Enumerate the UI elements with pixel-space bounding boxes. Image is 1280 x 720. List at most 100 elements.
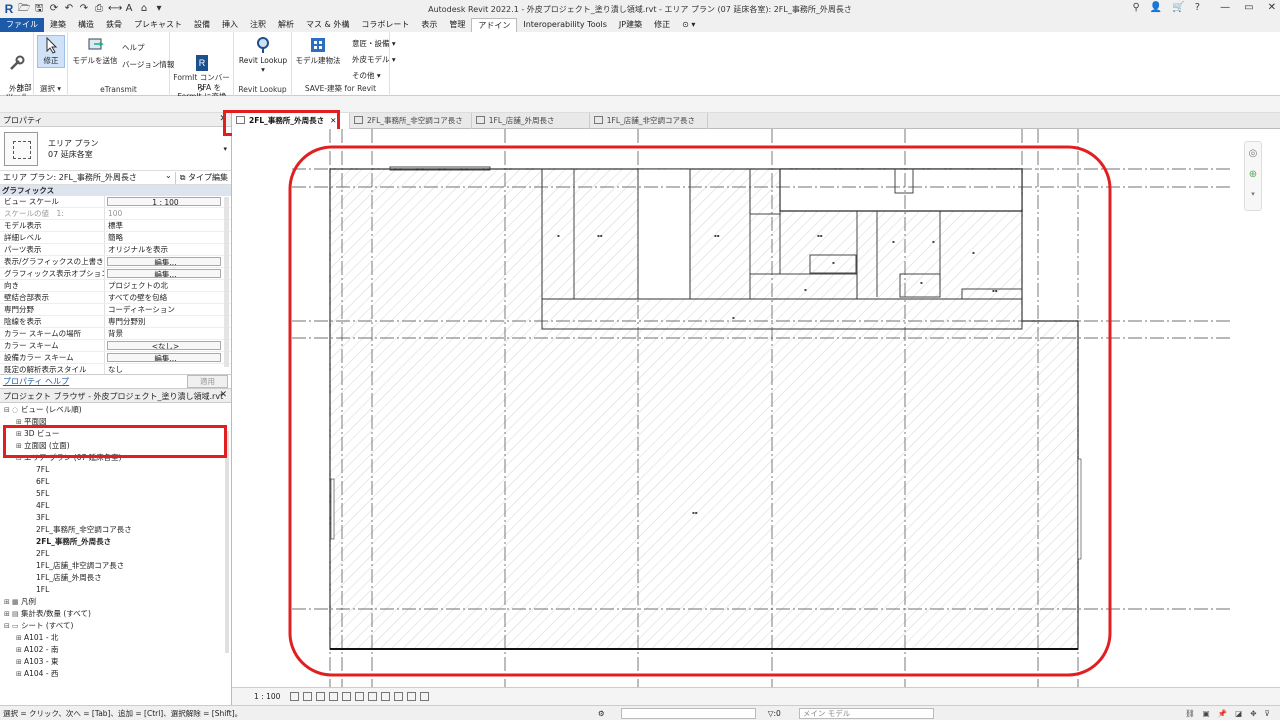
highlight-displacement-icon[interactable] <box>420 692 430 701</box>
ribbon-tab[interactable]: アドイン <box>471 18 518 32</box>
ribbon-tab[interactable]: 設備 <box>188 18 216 32</box>
print-icon[interactable]: ⎙ <box>93 3 105 15</box>
property-value[interactable]: 1 : 100 <box>107 197 221 206</box>
undo-icon[interactable]: ↶ <box>63 3 75 15</box>
redo-icon[interactable]: ↷ <box>78 3 90 15</box>
browser-item[interactable]: 2FL_事務所_非空調コア長さ <box>0 524 231 536</box>
ribbon-tab[interactable]: 解析 <box>272 18 300 32</box>
browser-item[interactable]: ⊞ A103 - 東 <box>0 656 231 668</box>
help-icon[interactable]: ? <box>1195 2 1200 13</box>
ribbon-tab[interactable]: Interoperability Tools <box>517 18 613 32</box>
visual-style-icon[interactable] <box>303 692 313 701</box>
version-info-button[interactable]: バージョン情報 <box>122 59 174 70</box>
filter-icon[interactable]: ⊽ <box>1265 709 1271 718</box>
others-menu[interactable]: その他 ▾ <box>352 70 381 81</box>
steering-wheel-icon[interactable]: ◎ <box>1245 148 1261 159</box>
property-value[interactable]: すべての壁を包絡 <box>105 292 231 303</box>
expand-icon[interactable]: ⊞ <box>16 632 24 644</box>
ribbon-tab[interactable]: プレキャスト <box>128 18 188 32</box>
browser-item[interactable]: 5FL <box>0 488 231 500</box>
3d-view-icon[interactable]: ⌂ <box>138 3 150 15</box>
design-equip-menu[interactable]: 意匠・設備 ▾ <box>352 38 396 49</box>
save-icon[interactable]: 🖫 <box>33 3 45 15</box>
group-graphics[interactable]: グラフィックス <box>0 185 231 196</box>
crop-view-icon[interactable] <box>342 692 352 701</box>
constraints-icon[interactable] <box>407 692 417 701</box>
drag-elements-icon[interactable]: ✥ <box>1250 709 1256 718</box>
browser-item[interactable]: 7FL <box>0 464 231 476</box>
edit-type-button[interactable]: ⧉ タイプ編集 <box>176 172 228 183</box>
measure-icon[interactable]: ⟷ <box>108 3 122 15</box>
workset-selector[interactable] <box>620 707 756 719</box>
design-option-selector[interactable]: メイン モデル <box>798 707 934 719</box>
sun-path-icon[interactable] <box>316 692 326 701</box>
zoom-icon[interactable]: ⊕ <box>1245 169 1261 180</box>
browser-item[interactable]: 3FL <box>0 512 231 524</box>
browser-item[interactable]: ⊞ ▤ 集計表/数量 (すべて) <box>0 608 231 620</box>
user-icon[interactable]: 👤 <box>1150 2 1162 13</box>
maximize-icon[interactable]: ▭ <box>1244 2 1253 13</box>
ribbon-tab[interactable]: 表示 <box>415 18 443 32</box>
workset-icon[interactable]: ⚙ <box>598 709 605 718</box>
customize-icon[interactable]: ▾ <box>153 3 165 15</box>
expand-icon[interactable]: ⊞ <box>4 596 12 608</box>
modify-button[interactable]: 修正 <box>37 35 65 68</box>
revit-lookup-button[interactable]: Revit Lookup ▾ <box>236 36 290 74</box>
nav-dropdown-icon[interactable]: ▾ <box>1245 190 1261 198</box>
property-value[interactable]: 標準 <box>105 220 231 231</box>
browser-item[interactable]: 6FL <box>0 476 231 488</box>
property-value[interactable]: プロジェクトの北 <box>105 280 231 291</box>
collapse-icon[interactable]: ⊟ <box>4 404 12 416</box>
drawing-canvas[interactable]: ▪ ▪▪ ▪▪ ▪▪ ▪ ▪ ▪ ▪▪ ▪ ▪ ▪ ▪ ▪▪ ◎ ⊕ ▾ <box>232 129 1272 687</box>
property-value[interactable]: コーディネーション <box>105 304 231 315</box>
temp-hide-icon[interactable] <box>368 692 378 701</box>
close-window-icon[interactable]: ✕ <box>1268 2 1276 13</box>
cart-icon[interactable]: 🛒 <box>1172 2 1184 13</box>
browser-item[interactable]: ⊟ ▭ シート (すべて) <box>0 620 231 632</box>
model-building-button[interactable]: モデル建物法 <box>294 36 342 65</box>
type-selector[interactable]: エリア プラン 07 延床各室 ▾ <box>0 127 231 171</box>
property-value[interactable]: 編集... <box>107 269 221 278</box>
browser-item[interactable]: 1FL_店舗_外周長さ <box>0 572 231 584</box>
ribbon-tab[interactable]: コラボレート <box>355 18 415 32</box>
ribbon-tab[interactable]: ファイル <box>0 18 44 32</box>
property-value[interactable]: 編集... <box>107 353 221 362</box>
binoculars-icon[interactable]: ⚲ <box>1132 2 1139 13</box>
ribbon-tab[interactable]: 建築 <box>44 18 72 32</box>
expand-icon[interactable]: ⊞ <box>16 656 24 668</box>
property-value[interactable]: なし <box>105 364 231 374</box>
expand-icon[interactable]: ⊞ <box>16 668 24 680</box>
ribbon-tab[interactable]: 管理 <box>443 18 471 32</box>
expand-icon[interactable]: ⊞ <box>4 608 12 620</box>
tag-icon[interactable]: A <box>123 3 135 15</box>
ribbon-tab[interactable]: マス & 外構 <box>300 18 355 32</box>
ribbon-tab[interactable]: 鉄骨 <box>100 18 128 32</box>
close-browser-icon[interactable]: ✕ <box>219 390 227 400</box>
property-value[interactable]: 専門分野別 <box>105 316 231 327</box>
property-value[interactable]: 背景 <box>105 328 231 339</box>
analysis-icon[interactable] <box>394 692 404 701</box>
detail-level-icon[interactable] <box>290 692 300 701</box>
envelope-model-menu[interactable]: 外皮モデル ▾ <box>352 54 396 65</box>
browser-item[interactable]: 1FL <box>0 584 231 596</box>
properties-scrollbar[interactable] <box>224 197 229 367</box>
document-tab[interactable]: 2FL_事務所_非空調コア長さ <box>350 113 472 129</box>
browser-item[interactable]: 2FL <box>0 548 231 560</box>
browser-item[interactable]: ⊞ A104 - 西 <box>0 668 231 680</box>
properties-help-link[interactable]: プロパティ ヘルプ <box>3 376 69 387</box>
browser-item[interactable]: ⊞ A102 - 南 <box>0 644 231 656</box>
select-by-face-icon[interactable]: ◪ <box>1235 709 1242 718</box>
property-value[interactable]: オリジナルを表示 <box>105 244 231 255</box>
minimize-icon[interactable]: — <box>1220 2 1230 13</box>
navigation-bar[interactable]: ◎ ⊕ ▾ <box>1244 141 1262 211</box>
help-button[interactable]: ヘルプ <box>122 42 145 53</box>
type-dropdown-icon[interactable]: ▾ <box>223 145 227 153</box>
instance-selector[interactable]: エリア プラン: 2FL_事務所_外周長さ <box>3 170 176 184</box>
browser-item[interactable]: ⊟ ◌ ビュー (レベル順) <box>0 404 231 416</box>
apply-button[interactable]: 適用 <box>187 375 228 388</box>
ribbon-tab[interactable]: 挿入 <box>216 18 244 32</box>
ribbon-tab[interactable]: 構造 <box>72 18 100 32</box>
select-links-icon[interactable]: ⛓ <box>1185 709 1195 718</box>
property-value[interactable]: <なし> <box>107 341 221 350</box>
property-value[interactable]: 編集... <box>107 257 221 266</box>
